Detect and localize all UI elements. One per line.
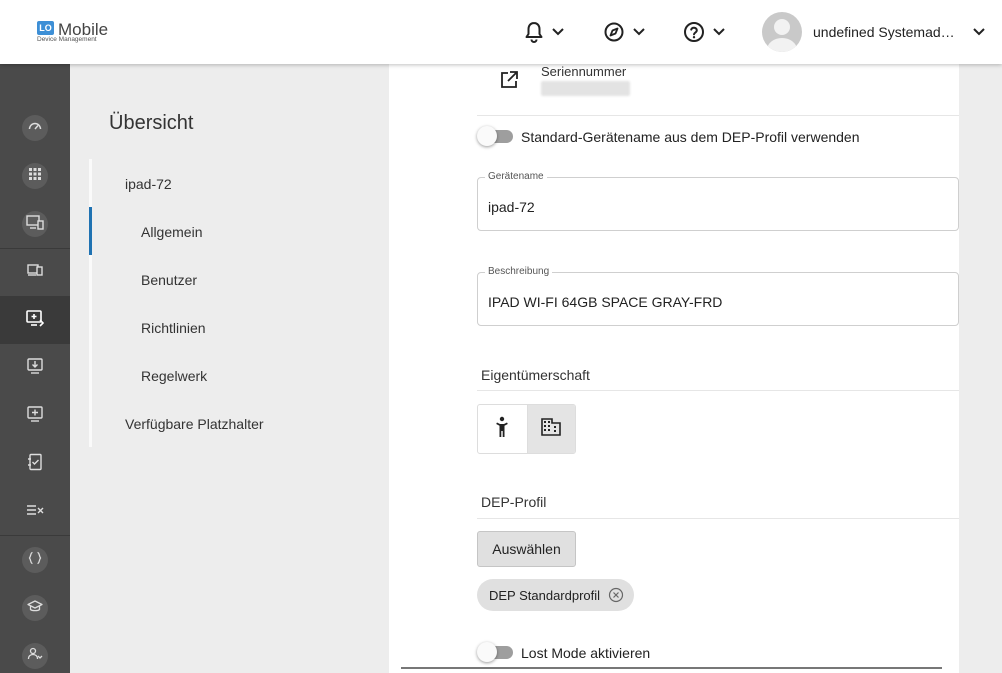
active-indicator — [89, 207, 92, 255]
rules-icon — [26, 503, 44, 522]
nav-rules[interactable] — [0, 488, 70, 536]
nav-devices[interactable] — [0, 248, 70, 296]
subnav-item-regelwerk[interactable]: Regelwerk — [141, 368, 207, 384]
subnav-item-benutzer[interactable]: Benutzer — [141, 272, 197, 288]
subnav-item-device[interactable]: ipad-72 — [125, 176, 172, 192]
close-icon[interactable] — [608, 587, 624, 603]
braces-icon — [28, 551, 42, 570]
nav-users[interactable] — [0, 632, 70, 673]
notifications-button[interactable] — [524, 20, 564, 44]
section-title: Übersicht — [109, 112, 194, 134]
divider — [477, 518, 959, 519]
education-icon — [27, 599, 43, 618]
dep-profile-chip: DEP Standardprofil — [477, 579, 635, 611]
lost-mode-toggle-label: Lost Mode aktivieren — [521, 645, 651, 661]
device-download-icon — [26, 357, 44, 380]
chevron-down-icon — [633, 28, 645, 36]
compass-icon — [603, 21, 625, 43]
dep-name-toggle-label: Standard-Gerätename aus dem DEP-Profil v… — [521, 129, 860, 145]
description-label: Beschreibung — [485, 266, 553, 277]
user-name: undefined Systemadmi… — [813, 24, 965, 40]
top-header: LO Mobile Device Management undefined Sy… — [0, 0, 1002, 64]
chevron-down-icon — [552, 28, 564, 36]
nav-device-download[interactable] — [0, 344, 70, 392]
dep-profile-chip-label: DEP Standardprofil — [489, 587, 601, 603]
logo-badge: LO — [37, 21, 54, 35]
chevron-down-icon — [713, 28, 725, 36]
device-add-icon — [26, 405, 44, 428]
person-icon — [493, 416, 511, 443]
subnav-item-allgemein[interactable]: Allgemein — [141, 224, 202, 240]
serial-number-label: Seriennummer — [541, 64, 627, 79]
device-settings-icon — [26, 214, 44, 235]
select-dep-profile-button[interactable]: Auswählen — [477, 531, 576, 567]
subnav-item-richtlinien[interactable]: Richtlinien — [141, 320, 206, 336]
ownership-personal-button[interactable] — [478, 405, 527, 453]
avatar — [762, 12, 802, 52]
divider — [401, 667, 942, 669]
device-name-field[interactable]: Gerätename — [477, 171, 959, 231]
device-name-label: Gerätename — [485, 171, 547, 182]
nav-scripts[interactable] — [0, 536, 70, 584]
help-button[interactable] — [683, 20, 725, 44]
nav-education[interactable] — [0, 584, 70, 632]
dep-name-toggle[interactable] — [477, 126, 513, 146]
main-navigation — [0, 64, 70, 673]
dashboard-icon — [27, 118, 43, 139]
ownership-heading: Eigentümerschaft — [481, 367, 590, 383]
nav-apps[interactable] — [0, 152, 70, 200]
nav-device-enrollment[interactable] — [0, 296, 70, 344]
nav-checklist[interactable] — [0, 440, 70, 488]
subnav-item-platzhalter[interactable]: Verfügbare Platzhalter — [125, 416, 264, 432]
nav-device-settings[interactable] — [0, 200, 70, 248]
user-group-icon — [27, 647, 43, 666]
subnav-rail — [89, 159, 92, 447]
apps-grid-icon — [28, 167, 42, 186]
lost-mode-toggle[interactable] — [477, 642, 513, 662]
logo-subtitle: Device Management — [37, 36, 97, 43]
section-navigation: Übersicht ipad-72 Allgemein Benutzer Ric… — [70, 64, 388, 673]
ownership-corporate-button[interactable] — [526, 405, 575, 453]
ownership-toggle-group — [477, 404, 576, 454]
user-menu[interactable]: undefined Systemadmi… — [762, 12, 985, 52]
checklist-icon — [27, 453, 43, 476]
device-enroll-icon — [25, 309, 45, 332]
device-name-input[interactable] — [488, 199, 938, 215]
nav-dashboard[interactable] — [0, 104, 70, 152]
dep-profile-heading: DEP-Profil — [481, 494, 547, 510]
help-icon — [683, 21, 705, 43]
divider — [477, 390, 959, 391]
description-input[interactable] — [488, 294, 938, 310]
explore-button[interactable] — [603, 20, 645, 44]
bell-icon — [524, 21, 544, 43]
building-icon — [541, 417, 562, 441]
divider — [477, 115, 959, 116]
description-field[interactable]: Beschreibung — [477, 266, 959, 326]
open-in-new-icon[interactable] — [499, 70, 519, 95]
nav-device-add[interactable] — [0, 392, 70, 440]
device-general-form: Seriennummer Standard-Gerätename aus dem… — [389, 64, 959, 673]
chevron-down-icon — [973, 23, 985, 41]
serial-number-value-redacted — [541, 81, 630, 96]
devices-icon — [26, 262, 44, 283]
